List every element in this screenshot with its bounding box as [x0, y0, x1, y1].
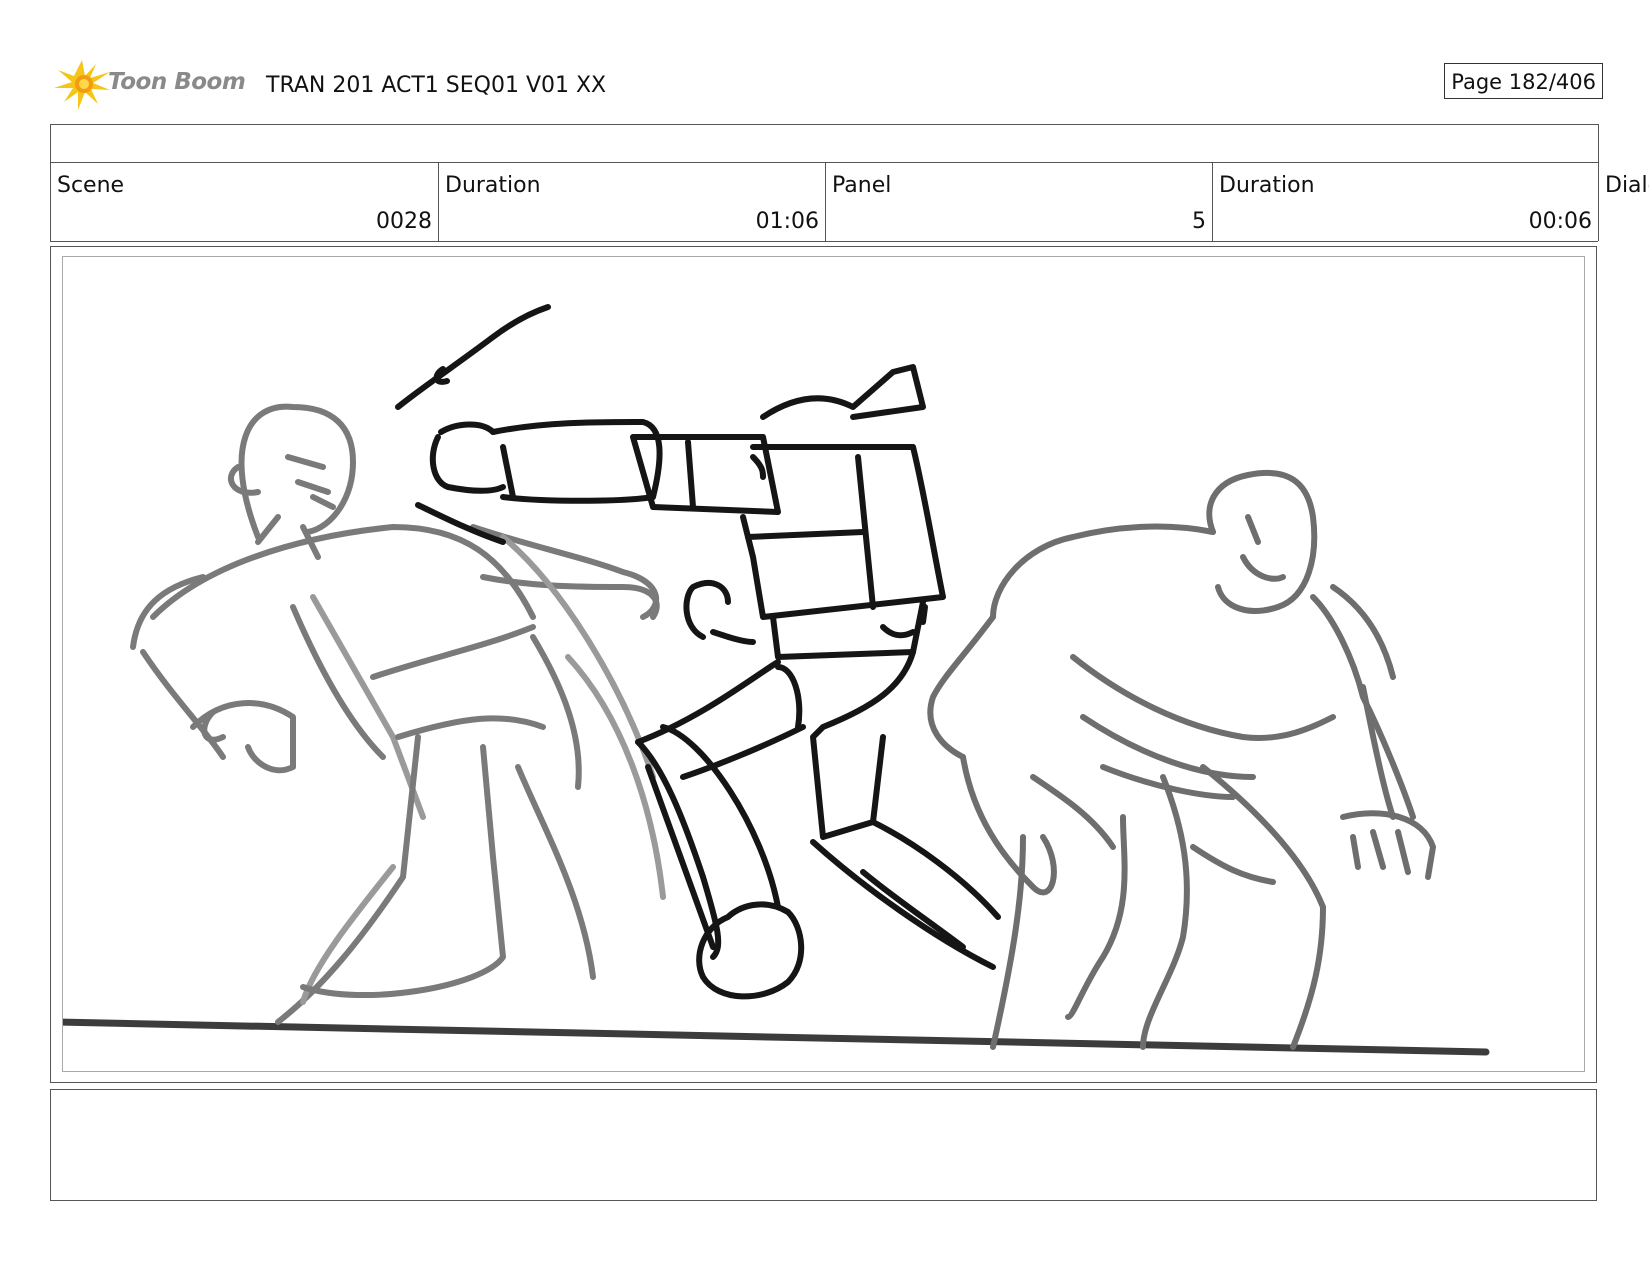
panel-duration-value: 00:06: [1528, 209, 1592, 234]
panel-duration-label: Duration: [1219, 173, 1315, 198]
panel-label: Panel: [832, 173, 892, 198]
panel-drawing-area: [62, 256, 1585, 1072]
right-character-sketch: [927, 469, 1436, 1050]
storyboard-page: { "header": { "logo_text": "Toon Boom", …: [0, 0, 1650, 1275]
panel-value: 5: [1192, 209, 1206, 234]
logo-text: Toon Boom: [108, 69, 246, 95]
dialog-label: Dialo: [1605, 173, 1649, 198]
scene-cell: Scene 0028: [51, 163, 439, 241]
sketch-drawing: [63, 304, 1490, 1056]
blank-header-row: [50, 124, 1599, 163]
page-number: Page 182/406: [1444, 63, 1603, 99]
scene-duration-label: Duration: [445, 173, 541, 198]
toon-boom-logo: Toon Boom: [52, 58, 252, 112]
scene-duration-value: 01:06: [755, 209, 819, 234]
dialog-cell: Dialo: [1599, 163, 1649, 241]
panel-duration-cell: Duration 00:06: [1213, 163, 1599, 241]
ground-line: [63, 1018, 1490, 1056]
starburst-icon: [54, 60, 110, 110]
scene-value: 0028: [376, 209, 432, 234]
scene-label: Scene: [57, 173, 125, 198]
scene-duration-cell: Duration 01:06: [439, 163, 826, 241]
document-title: TRAN 201 ACT1 SEQ01 V01 XX: [266, 73, 607, 98]
center-character-sketch: [395, 304, 1001, 1000]
page-header: Toon Boom TRAN 201 ACT1 SEQ01 V01 XX Pag…: [50, 56, 1603, 116]
panel-cell: Panel 5: [826, 163, 1213, 241]
panel-notes-box: [50, 1089, 1597, 1201]
info-row: Scene 0028 Duration 01:06 Panel 5 Durati…: [50, 162, 1649, 242]
storyboard-panel: [50, 246, 1597, 1083]
